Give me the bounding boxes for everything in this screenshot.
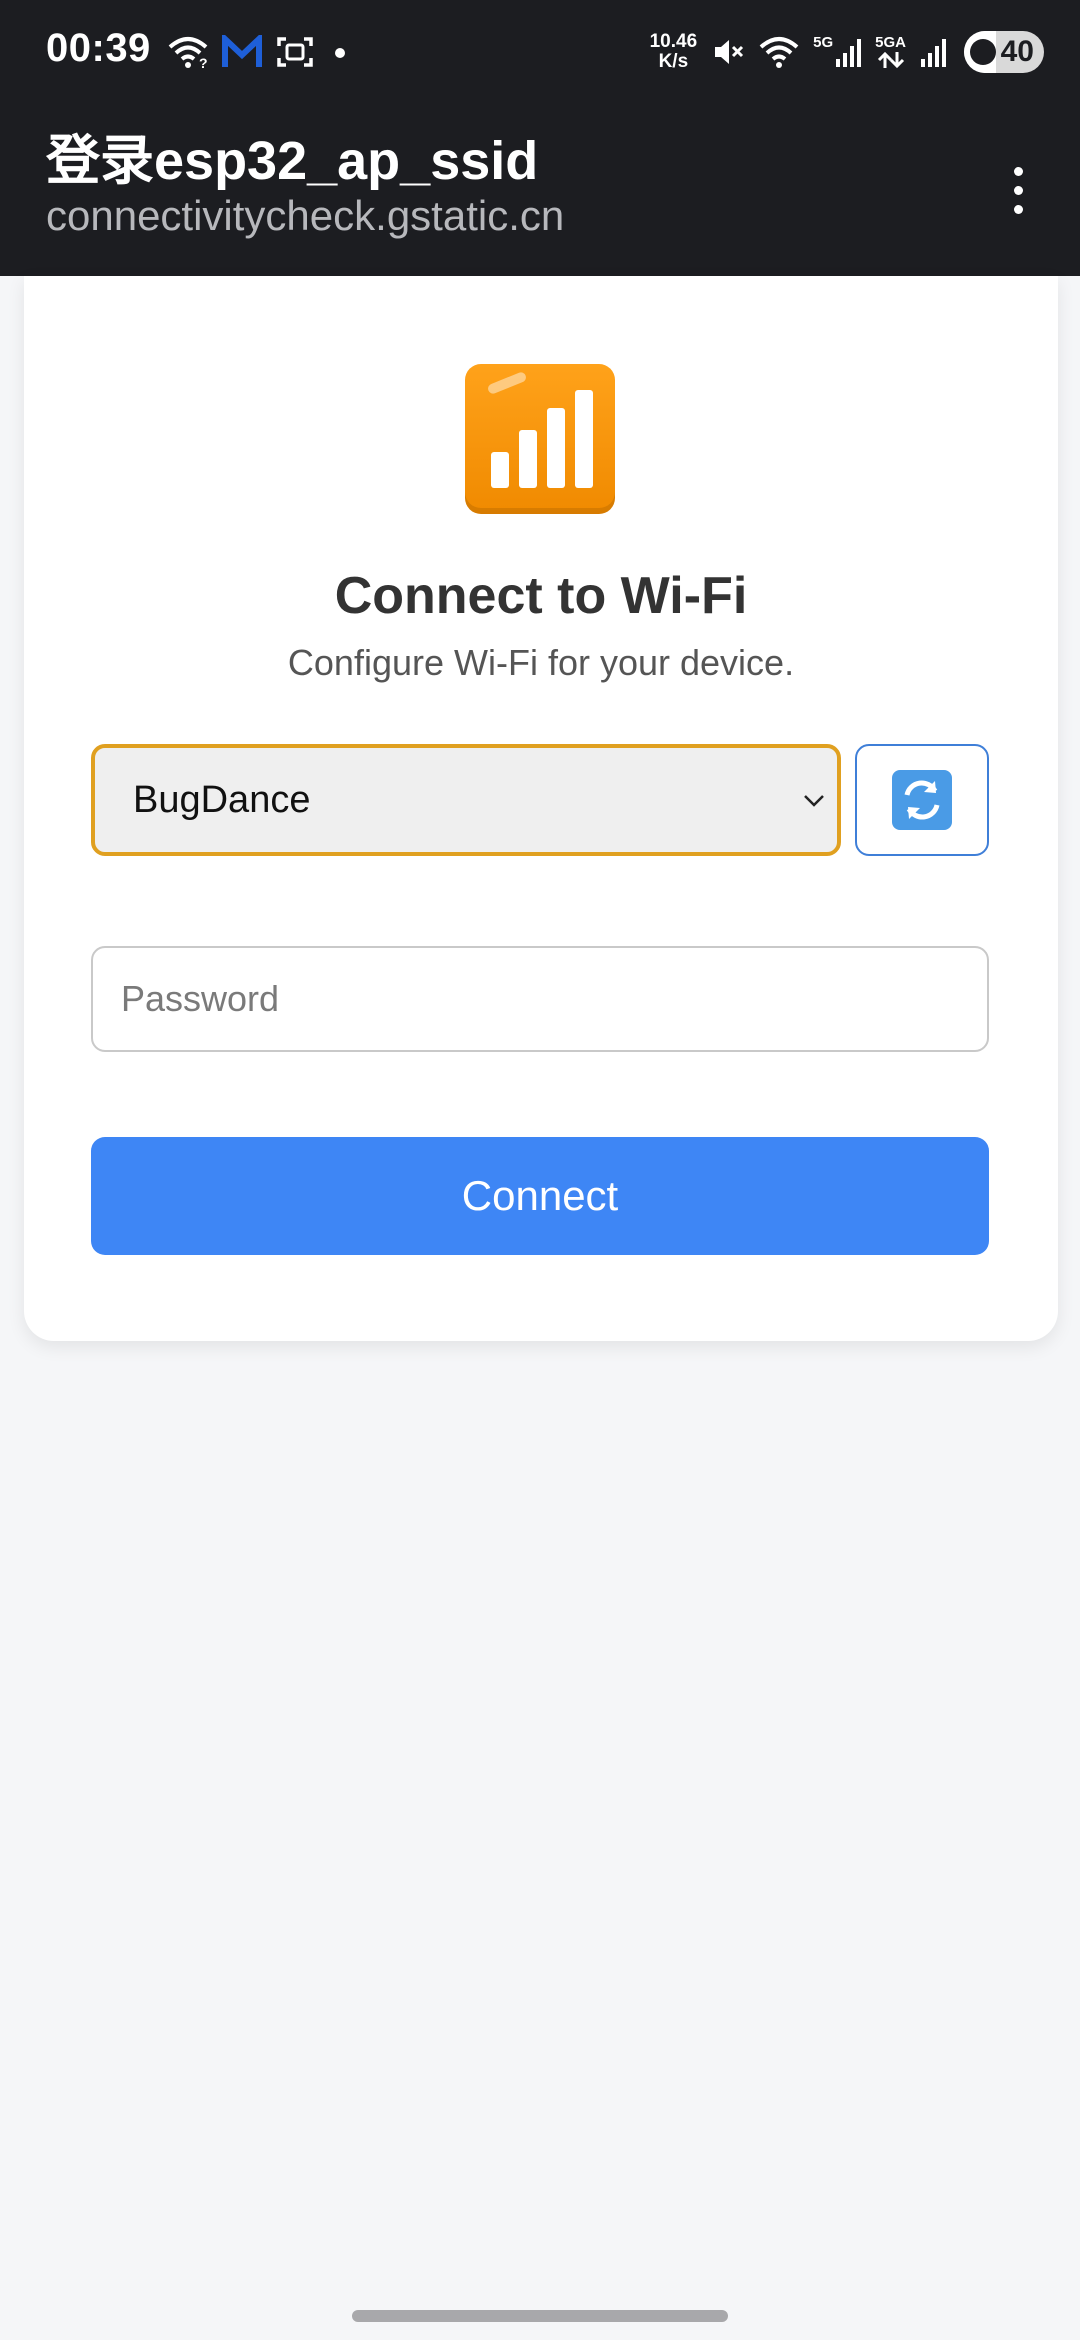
captive-portal-app-bar: 登录esp32_ap_ssid connectivitycheck.gstati… xyxy=(0,102,1080,276)
page-title: 登录esp32_ap_ssid xyxy=(46,131,539,191)
dot-icon xyxy=(335,48,345,58)
cell-signal-2-icon xyxy=(921,39,946,67)
network-select-value: BugDance xyxy=(133,778,311,821)
status-time: 00:39 xyxy=(46,26,151,70)
home-indicator[interactable] xyxy=(352,2310,728,2322)
signal-5ga-label: 5GA xyxy=(875,34,906,51)
net-speed: 10.46 K/s xyxy=(650,32,698,72)
status-left-icons: ? xyxy=(168,30,352,74)
battery-saver-icon xyxy=(970,39,996,65)
svg-text:?: ? xyxy=(199,55,208,69)
more-vert-icon[interactable] xyxy=(986,142,1050,238)
page-url: connectivitycheck.gstatic.cn xyxy=(46,192,565,239)
chevron-down-icon xyxy=(804,795,824,807)
data-arrows-icon xyxy=(877,51,904,69)
password-placeholder: Password xyxy=(121,978,280,1019)
cell-signal-icon xyxy=(836,39,862,67)
battery-indicator: 40 xyxy=(964,31,1044,73)
connect-button[interactable]: Connect xyxy=(91,1137,989,1255)
connect-button-label: Connect xyxy=(461,1172,619,1219)
signal-5g-label: 5G xyxy=(813,34,834,51)
battery-level: 40 xyxy=(1000,35,1034,68)
password-input[interactable]: Password xyxy=(91,946,989,1052)
screenshot-icon xyxy=(277,37,313,67)
net-speed-value: 10.46 xyxy=(649,31,698,52)
wifi-config-card: Connect to Wi-Fi Configure Wi-Fi for you… xyxy=(24,276,1058,1341)
card-title: Connect to Wi-Fi xyxy=(334,567,748,625)
m-app-icon xyxy=(222,35,262,67)
wifi-icon xyxy=(759,37,799,68)
network-select[interactable]: BugDance xyxy=(91,744,841,856)
signal-5g: 5G xyxy=(813,34,862,69)
signal-bars-icon xyxy=(465,364,615,514)
refresh-icon xyxy=(892,770,952,830)
mute-icon xyxy=(715,40,744,64)
signal-5ga: 5GA xyxy=(875,35,906,69)
card-subtitle: Configure Wi-Fi for your device. xyxy=(287,642,795,683)
net-speed-unit: K/s xyxy=(658,51,689,72)
wifi-question-icon: ? xyxy=(168,37,208,69)
status-bar: 00:39 ? 10.46 K/s 5G 5GA 40 xyxy=(0,0,1080,102)
refresh-button[interactable] xyxy=(855,744,989,856)
status-right-icons: 10.46 K/s 5G 5GA 40 xyxy=(650,26,1044,78)
